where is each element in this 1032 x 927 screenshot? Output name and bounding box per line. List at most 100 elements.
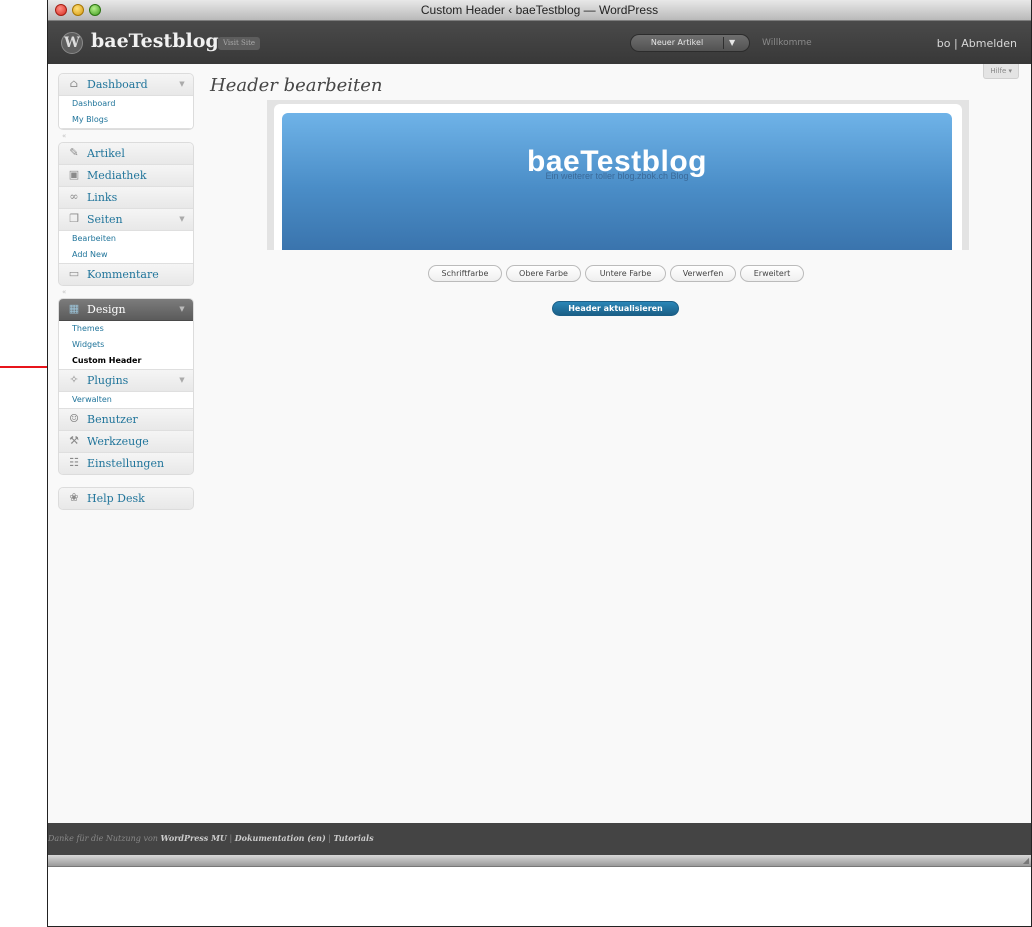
new-post-divider xyxy=(723,37,724,49)
menu-group-help: ❀ Help Desk xyxy=(58,487,194,510)
menu-item-seiten[interactable]: ❐ Seiten ▼ xyxy=(59,209,193,231)
menu-item-artikel[interactable]: ✎ Artikel xyxy=(59,143,193,165)
appearance-icon: ▦ xyxy=(68,302,80,315)
header-preview: baeTestblog Ein weiterer toller blog.zbo… xyxy=(274,104,962,250)
menu-item-dashboard[interactable]: ⌂ Dashboard ▼ xyxy=(59,74,193,96)
comments-icon: ▭ xyxy=(68,267,80,280)
documentation-link[interactable]: Dokumentation (en) xyxy=(235,833,326,843)
settings-icon: ☷ xyxy=(69,456,79,469)
design-submenu: Themes Widgets Custom Header xyxy=(59,321,193,370)
menu-label: Help Desk xyxy=(87,492,145,505)
menu-label: Artikel xyxy=(87,147,125,160)
admin-menu: ⌂ Dashboard ▼ Dashboard My Blogs « ✎ Art… xyxy=(58,73,194,510)
menu-label: Werkzeuge xyxy=(87,435,149,448)
new-post-dropdown[interactable]: Neuer Artikel ▼ xyxy=(630,34,750,52)
upper-color-button[interactable]: Obere Farbe xyxy=(506,265,581,282)
window-title: Custom Header ‹ baeTestblog — WordPress xyxy=(420,3,659,17)
menu-label: Dashboard xyxy=(87,78,148,91)
plugin-icon: ✧ xyxy=(69,373,79,386)
menu-item-plugins[interactable]: ✧ Plugins ▼ xyxy=(59,370,193,392)
menu-item-design[interactable]: ▦ Design ▼ xyxy=(59,299,193,321)
pin-icon: ✎ xyxy=(69,146,79,159)
window-titlebar: Custom Header ‹ baeTestblog — WordPress xyxy=(48,0,1031,21)
admin-footer: Danke für die Nutzung von WordPress MU |… xyxy=(48,823,1031,855)
footer-separator: | xyxy=(229,834,233,843)
new-post-button[interactable]: Neuer Artikel xyxy=(631,35,723,51)
welcome-text: Willkomme xyxy=(762,38,812,48)
collapse-menu-icon[interactable]: « xyxy=(62,286,66,298)
menu-item-werkzeuge[interactable]: ⚒ Werkzeuge xyxy=(59,431,193,453)
page-title: Header bearbeiten xyxy=(210,75,383,96)
visit-site-button[interactable]: Visit Site xyxy=(218,37,261,50)
seiten-submenu: Bearbeiten Add New xyxy=(59,231,193,264)
header-tagline: Ein weiterer toller blog.zbok.ch Blog xyxy=(545,171,689,181)
browser-window: Custom Header ‹ baeTestblog — WordPress … xyxy=(47,0,1032,927)
menu-label: Seiten xyxy=(87,213,123,226)
tutorials-link[interactable]: Tutorials xyxy=(334,833,374,843)
footer-thanks-text: Danke für die Nutzung von xyxy=(48,834,158,843)
pages-icon: ❐ xyxy=(69,212,79,225)
menu-label: Benutzer xyxy=(87,413,138,426)
submenu-item-my-blogs[interactable]: My Blogs xyxy=(59,112,193,128)
users-icon: ☺ xyxy=(69,412,79,425)
header-preview-frame: baeTestblog Ein weiterer toller blog.zbo… xyxy=(267,100,969,250)
tools-icon: ⚒ xyxy=(69,434,79,447)
help-desk-icon: ❀ xyxy=(69,491,79,504)
media-icon: ▣ xyxy=(68,168,80,181)
menu-label: Design xyxy=(87,303,126,316)
link-icon: ∞ xyxy=(69,190,79,203)
submenu-item-bearbeiten[interactable]: Bearbeiten xyxy=(59,231,193,247)
resize-grip-icon[interactable]: ◢ xyxy=(1023,856,1029,866)
lower-color-button[interactable]: Untere Farbe xyxy=(585,265,666,282)
menu-group-settings: ▦ Design ▼ Themes Widgets Custom Header … xyxy=(58,298,194,475)
submenu-item-custom-header[interactable]: Custom Header xyxy=(59,353,193,369)
help-tab[interactable]: Hilfe ▾ xyxy=(983,64,1019,79)
menu-label: Einstellungen xyxy=(87,457,165,470)
menu-toggle-icon[interactable]: ▼ xyxy=(171,209,193,230)
submenu-item-dashboard[interactable]: Dashboard xyxy=(59,96,193,112)
blog-name: baeTestblog xyxy=(91,30,219,52)
menu-toggle-icon[interactable]: ▼ xyxy=(171,299,193,320)
menu-item-kommentare[interactable]: ▭ Kommentare xyxy=(59,264,193,285)
advanced-button[interactable]: Erweitert xyxy=(740,265,804,282)
menu-label: Links xyxy=(87,191,118,204)
menu-toggle-icon[interactable]: ▼ xyxy=(171,370,193,391)
menu-separator[interactable]: « xyxy=(58,286,194,298)
user-name-link[interactable]: bo xyxy=(937,37,951,50)
menu-label: Kommentare xyxy=(87,268,159,281)
collapse-menu-icon[interactable]: « xyxy=(62,130,66,142)
footer-separator: | xyxy=(328,834,331,843)
menu-item-mediathek[interactable]: ▣ Mediathek xyxy=(59,165,193,187)
submenu-item-widgets[interactable]: Widgets xyxy=(59,337,193,353)
menu-item-benutzer[interactable]: ☺ Benutzer xyxy=(59,409,193,431)
menu-label: Plugins xyxy=(87,374,129,387)
text-color-button[interactable]: Schriftfarbe xyxy=(428,265,502,282)
menu-spacer xyxy=(58,475,194,487)
user-links: bo | Abmelden xyxy=(937,37,1017,50)
menu-item-help-desk[interactable]: ❀ Help Desk xyxy=(59,488,193,509)
submenu-item-verwalten[interactable]: Verwalten xyxy=(59,392,193,408)
logout-link[interactable]: Abmelden xyxy=(961,37,1017,50)
dashboard-submenu: Dashboard My Blogs xyxy=(59,96,193,129)
menu-separator[interactable]: « xyxy=(58,130,194,142)
menu-item-einstellungen[interactable]: ☷ Einstellungen xyxy=(59,453,193,474)
submenu-item-add-new[interactable]: Add New xyxy=(59,247,193,263)
plugins-submenu: Verwalten xyxy=(59,392,193,409)
menu-label: Mediathek xyxy=(87,169,147,182)
menu-toggle-icon[interactable]: ▼ xyxy=(171,74,193,95)
chevron-down-icon[interactable]: ▼ xyxy=(729,35,735,51)
wordpress-logo-icon: W xyxy=(61,32,83,54)
header-image: baeTestblog Ein weiterer toller blog.zbo… xyxy=(282,113,952,250)
menu-item-links[interactable]: ∞ Links xyxy=(59,187,193,209)
update-header-button[interactable]: Header aktualisieren xyxy=(552,301,679,316)
user-links-separator: | xyxy=(954,37,958,50)
window-status-bar: ◢ xyxy=(48,855,1031,867)
wordpress-mu-link[interactable]: WordPress MU xyxy=(160,833,226,843)
home-icon: ⌂ xyxy=(69,77,79,90)
menu-group-content: ✎ Artikel ▣ Mediathek ∞ Links ❐ Seiten ▼… xyxy=(58,142,194,286)
discard-button[interactable]: Verwerfen xyxy=(670,265,736,282)
admin-header: W baeTestblog Visit Site Neuer Artikel ▼… xyxy=(48,21,1031,64)
submenu-item-themes[interactable]: Themes xyxy=(59,321,193,337)
menu-group-dashboard: ⌂ Dashboard ▼ Dashboard My Blogs xyxy=(58,73,194,130)
footer-text: Danke für die Nutzung von WordPress MU |… xyxy=(48,833,374,843)
